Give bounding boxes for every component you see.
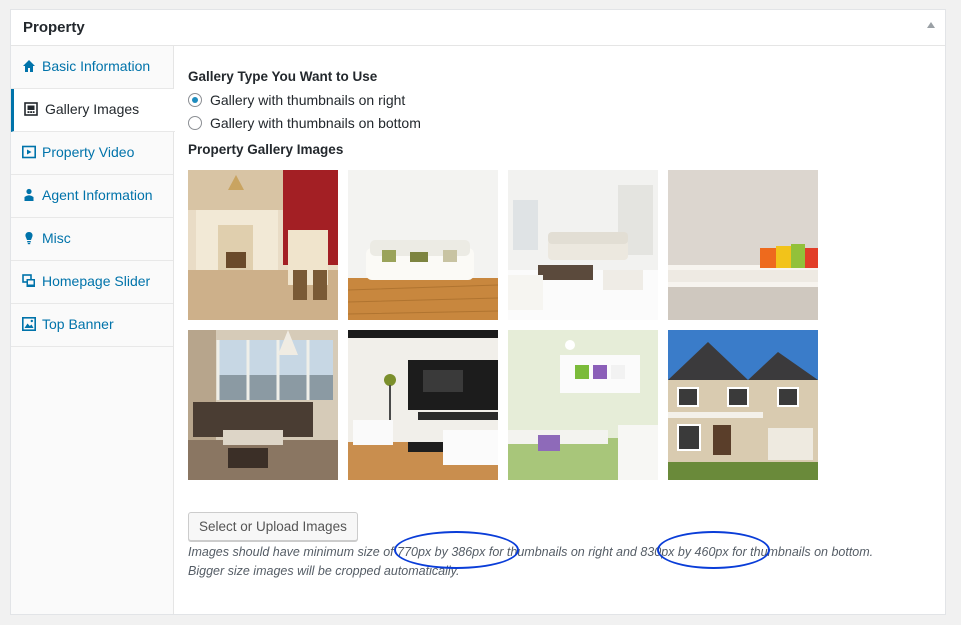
radio-label: Gallery with thumbnails on right bbox=[210, 91, 406, 108]
tab-label: Basic Information bbox=[42, 58, 151, 74]
tab-homepage-slider[interactable]: Homepage Slider bbox=[11, 261, 173, 304]
gallery-thumbnail[interactable] bbox=[348, 170, 498, 320]
tab-label: Gallery Images bbox=[45, 101, 140, 117]
size-right-value: 770px by 386px bbox=[397, 545, 486, 559]
kitchen-red-wall-image bbox=[188, 170, 338, 320]
tab-property-video[interactable]: Property Video bbox=[11, 132, 173, 175]
help-text-part: for thumbnails on bottom. bbox=[728, 545, 874, 559]
radio-button-checked[interactable] bbox=[188, 92, 202, 107]
tab-misc[interactable]: Misc bbox=[11, 218, 173, 261]
radio-button[interactable] bbox=[188, 115, 202, 130]
gallery-thumbnail[interactable] bbox=[668, 170, 818, 320]
tab-basic-information[interactable]: Basic Information bbox=[11, 46, 173, 89]
tab-sidebar: Basic Information Gallery Images Propert… bbox=[11, 46, 175, 614]
gallery-thumbnail[interactable] bbox=[348, 330, 498, 480]
metabox-title: Property bbox=[23, 19, 85, 36]
tab-panel-gallery: Gallery Type You Want to Use Gallery wit… bbox=[188, 58, 918, 578]
gallery-type-label: Gallery Type You Want to Use bbox=[188, 69, 378, 84]
help-text-part: Images should have minimum size of bbox=[188, 545, 398, 559]
video-icon bbox=[22, 145, 36, 159]
white-living-room-image bbox=[508, 170, 658, 320]
image-icon bbox=[22, 317, 36, 331]
tab-label: Homepage Slider bbox=[42, 273, 151, 289]
home-icon bbox=[23, 60, 35, 72]
tab-label: Misc bbox=[42, 230, 71, 246]
tab-label: Top Banner bbox=[42, 316, 114, 332]
gallery-thumbnail[interactable] bbox=[188, 330, 338, 480]
radio-thumbnails-right[interactable]: Gallery with thumbnails on right bbox=[188, 88, 918, 111]
image-size-help-text: Images should have minimum size of 770px… bbox=[188, 543, 918, 581]
tab-top-banner[interactable]: Top Banner bbox=[11, 304, 173, 347]
brown-sofa-window-view-image bbox=[188, 330, 338, 480]
modern-tv-living-room-image bbox=[348, 330, 498, 480]
collapse-arrow-icon[interactable] bbox=[927, 22, 935, 28]
suburban-house-exterior-image bbox=[668, 330, 818, 480]
kids-room-shelves-image bbox=[508, 330, 658, 480]
tab-label: Agent Information bbox=[42, 187, 153, 203]
gallery-thumbnail[interactable] bbox=[668, 330, 818, 480]
gallery-thumbnail[interactable] bbox=[508, 330, 658, 480]
tab-label: Property Video bbox=[42, 144, 135, 160]
white-sofa-wood-floor-image bbox=[348, 170, 498, 320]
size-bottom-value: 830px by 460px bbox=[640, 545, 729, 559]
help-text-line2: Bigger size images will be cropped autom… bbox=[188, 564, 460, 578]
white-sofa-orange-cushions-image bbox=[668, 170, 818, 320]
person-icon bbox=[24, 188, 34, 201]
slides-icon bbox=[22, 274, 35, 287]
lightbulb-icon bbox=[25, 232, 33, 245]
select-upload-images-button[interactable]: Select or Upload Images bbox=[188, 512, 358, 541]
tab-gallery-images[interactable]: Gallery Images bbox=[11, 89, 175, 132]
tab-agent-information[interactable]: Agent Information bbox=[11, 175, 173, 218]
radio-thumbnails-bottom[interactable]: Gallery with thumbnails on bottom bbox=[188, 111, 918, 134]
radio-label: Gallery with thumbnails on bottom bbox=[210, 114, 421, 131]
help-text-part: for thumbnails on right and bbox=[485, 545, 641, 559]
metabox-header: Property bbox=[11, 10, 945, 46]
gallery-thumbnail[interactable] bbox=[508, 170, 658, 320]
gallery-images-label: Property Gallery Images bbox=[188, 142, 344, 157]
gallery-thumbnail[interactable] bbox=[188, 170, 338, 320]
gallery-icon bbox=[24, 102, 38, 116]
